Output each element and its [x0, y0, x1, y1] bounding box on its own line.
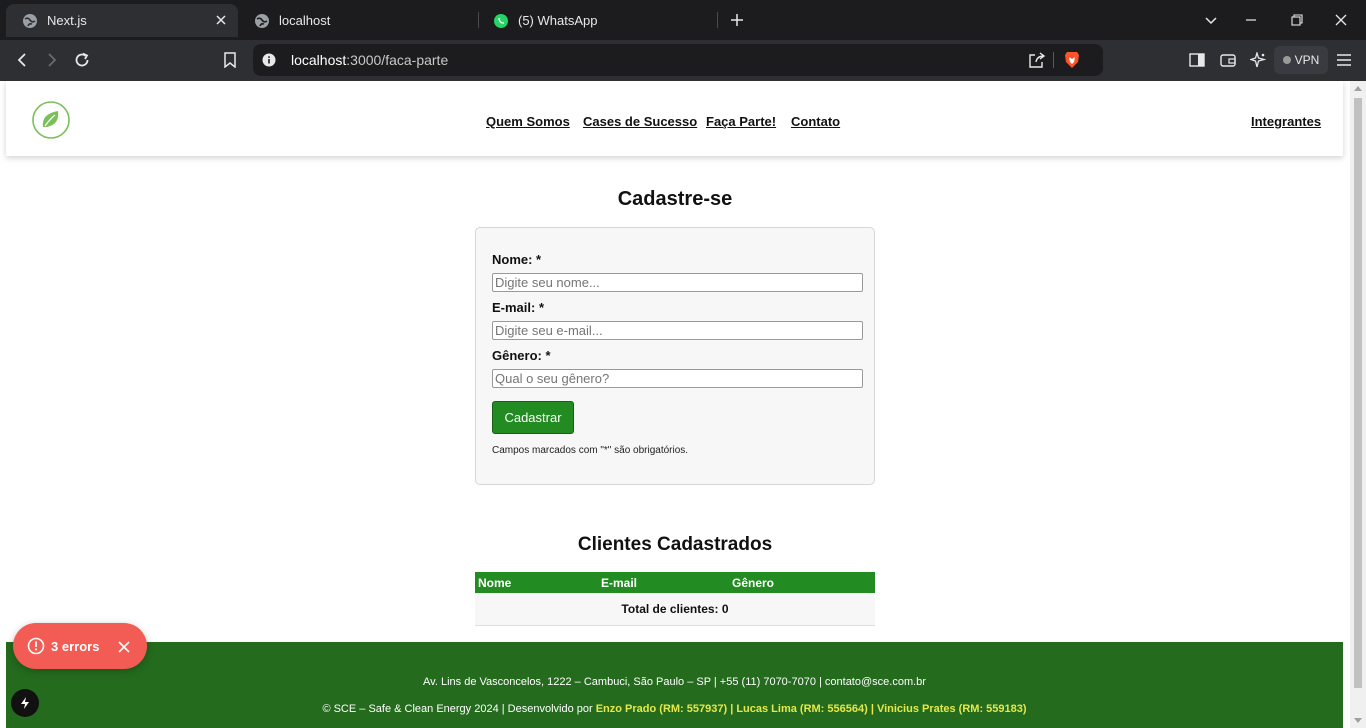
- minimize-icon[interactable]: [1241, 10, 1261, 30]
- share-icon[interactable]: [1028, 52, 1046, 68]
- site-header: Quem Somos Cases de Sucesso Faça Parte! …: [6, 81, 1343, 156]
- vpn-label: VPN: [1294, 53, 1320, 67]
- tab-title: (5) WhatsApp: [518, 13, 598, 28]
- footer-address: Av. Lins de Vasconcelos, 1222 – Cambuci,…: [423, 676, 926, 688]
- tab-whatsapp[interactable]: (5) WhatsApp: [477, 4, 717, 37]
- sce-leaf-logo[interactable]: [31, 100, 71, 140]
- tab-localhost[interactable]: localhost: [238, 4, 478, 37]
- brave-shields-icon[interactable]: [1064, 51, 1080, 69]
- dismiss-close-icon[interactable]: [117, 640, 131, 654]
- new-tab-plus-icon[interactable]: [727, 10, 747, 30]
- name-label: Nome: *: [492, 252, 542, 267]
- scroll-down-arrow-icon[interactable]: [1354, 718, 1362, 723]
- cadastrar-button[interactable]: Cadastrar: [492, 401, 574, 434]
- tab-title: localhost: [279, 13, 331, 28]
- footer-copyright-line: © SCE – Safe & Clean Energy 2024 | Desen…: [6, 703, 1343, 715]
- menu-hamburger-icon[interactable]: [1334, 50, 1354, 70]
- nav-faca-parte[interactable]: Faça Parte!: [706, 114, 776, 129]
- vpn-status-dot: [1282, 56, 1291, 64]
- tab-title: Next.js: [47, 13, 87, 28]
- tab-nextjs[interactable]: Next.js: [6, 4, 238, 37]
- required-fields-note: Campos marcados com "*" são obrigatórios…: [492, 445, 689, 456]
- url-divider: [1053, 52, 1054, 68]
- scroll-up-arrow-icon[interactable]: [1354, 86, 1362, 91]
- leo-ai-sparkle-icon[interactable]: [1248, 50, 1268, 70]
- sidebar-toggle-icon[interactable]: [1187, 50, 1207, 70]
- tab-close-icon[interactable]: [214, 13, 228, 27]
- clients-table: Nome E-mail Gênero Total de clientes: 0: [475, 572, 875, 626]
- errors-count-label: 3 errors: [51, 639, 100, 654]
- vpn-button[interactable]: VPN: [1274, 46, 1328, 74]
- tab-list-chevron-down-icon[interactable]: [1201, 10, 1221, 30]
- url-path: :3000/faca-parte: [346, 52, 449, 68]
- site-info-icon[interactable]: [262, 53, 276, 67]
- nextjs-errors-toast[interactable]: 3 errors: [13, 623, 147, 669]
- signup-form: Nome: * E-mail: * Gênero: * Cadastrar Ca…: [475, 227, 875, 485]
- browser-tab-bar: Next.js localhost (5) WhatsApp: [0, 0, 1366, 40]
- address-bar[interactable]: localhost:3000/faca-parte: [253, 44, 1103, 76]
- forward-arrow-icon[interactable]: [42, 50, 62, 70]
- scrollbar-thumb[interactable]: [1354, 98, 1362, 688]
- back-arrow-icon[interactable]: [12, 50, 32, 70]
- globe-icon: [254, 13, 270, 29]
- error-alert-icon: [27, 637, 45, 655]
- nav-contato[interactable]: Contato: [791, 114, 840, 129]
- email-label: E-mail: *: [492, 300, 545, 315]
- table-header-row: Nome E-mail Gênero: [475, 572, 875, 593]
- close-window-icon[interactable]: [1331, 10, 1351, 30]
- page-viewport: Quem Somos Cases de Sucesso Faça Parte! …: [0, 81, 1350, 728]
- restore-window-icon[interactable]: [1287, 10, 1307, 30]
- site-footer: Av. Lins de Vasconcelos, 1222 – Cambuci,…: [6, 642, 1343, 728]
- email-input[interactable]: [492, 321, 863, 340]
- bookmark-icon[interactable]: [220, 50, 240, 70]
- nav-integrantes[interactable]: Integrantes: [1251, 114, 1321, 129]
- column-header-genero: Gênero: [729, 572, 875, 593]
- reload-icon[interactable]: [72, 50, 92, 70]
- form-title: Cadastre-se: [617, 188, 733, 210]
- nav-cases-de-sucesso[interactable]: Cases de Sucesso: [583, 114, 697, 129]
- footer-developers: Enzo Prado (RM: 557937) | Lucas Lima (RM…: [595, 703, 1027, 715]
- wallet-icon[interactable]: [1218, 50, 1238, 70]
- url-text[interactable]: localhost:3000/faca-parte: [291, 52, 448, 68]
- url-host: localhost: [291, 52, 347, 68]
- gender-label: Gênero: *: [492, 348, 551, 363]
- tab-separator: [717, 12, 718, 28]
- page-scrollbar[interactable]: [1350, 81, 1366, 728]
- column-header-email: E-mail: [598, 572, 729, 593]
- name-input[interactable]: [492, 273, 863, 292]
- clients-title: Clientes Cadastrados: [577, 534, 773, 555]
- whatsapp-icon: [493, 13, 509, 29]
- nav-quem-somos[interactable]: Quem Somos: [486, 114, 570, 129]
- browser-toolbar: localhost:3000/faca-parte VPN: [0, 40, 1366, 81]
- column-header-nome: Nome: [475, 572, 598, 593]
- nextjs-dev-indicator-icon[interactable]: [11, 689, 39, 717]
- gender-input[interactable]: [492, 369, 863, 388]
- globe-icon: [22, 13, 38, 29]
- table-row: Total de clientes: 0: [475, 593, 875, 626]
- total-clients-cell: Total de clientes: 0: [475, 593, 875, 626]
- footer-copyright: © SCE – Safe & Clean Energy 2024 | Desen…: [322, 703, 596, 715]
